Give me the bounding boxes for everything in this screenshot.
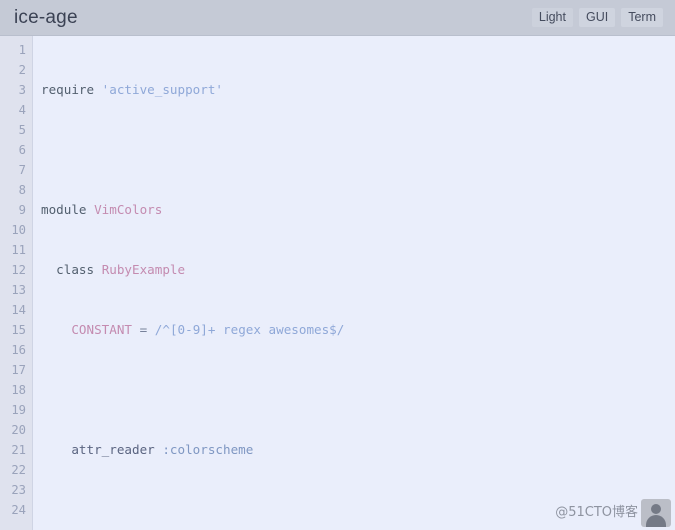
line-number: 6 bbox=[18, 143, 26, 157]
line-number: 1 bbox=[18, 43, 26, 57]
code-content[interactable]: require 'active_support' module VimColor… bbox=[33, 36, 675, 530]
watermark-text: @51CTO博客 bbox=[555, 505, 638, 520]
line-number: 15 bbox=[11, 323, 26, 337]
line-number: 19 bbox=[11, 403, 26, 417]
titlebar: ice-age Light GUI Term bbox=[0, 0, 675, 36]
line-number: 14 bbox=[11, 303, 26, 317]
line-number: 3 bbox=[18, 83, 26, 97]
light-button[interactable]: Light bbox=[531, 7, 573, 28]
code-line: class RubyExample bbox=[56, 262, 186, 277]
line-number: 5 bbox=[18, 123, 26, 137]
code-editor[interactable]: 1 2 3 4 5 6 7 8 9 10 11 12 13 14 15 16 1… bbox=[0, 36, 675, 530]
term-button[interactable]: Term bbox=[621, 7, 663, 28]
line-number: 20 bbox=[11, 423, 26, 437]
code-line: require 'active_support' bbox=[41, 82, 223, 97]
line-number: 13 bbox=[11, 283, 26, 297]
colorscheme-preview-window: ice-age Light GUI Term 1 2 3 4 5 6 7 8 9… bbox=[0, 0, 675, 530]
code-line: CONSTANT = /^[0-9]+ regex awesomes$/ bbox=[71, 322, 345, 337]
line-number: 24 bbox=[11, 503, 26, 517]
theme-toggle-group: Light GUI Term bbox=[531, 7, 663, 28]
gui-button[interactable]: GUI bbox=[578, 7, 616, 28]
line-number: 2 bbox=[18, 63, 26, 77]
line-number: 22 bbox=[11, 463, 26, 477]
line-number: 16 bbox=[11, 343, 26, 357]
line-number-gutter: 1 2 3 4 5 6 7 8 9 10 11 12 13 14 15 16 1… bbox=[0, 36, 33, 530]
line-number: 18 bbox=[11, 383, 26, 397]
avatar-icon bbox=[641, 499, 671, 527]
line-number: 23 bbox=[11, 483, 26, 497]
line-number: 7 bbox=[18, 163, 26, 177]
line-number: 10 bbox=[11, 223, 26, 237]
line-number: 11 bbox=[11, 243, 26, 257]
watermark: @51CTO博客 bbox=[555, 499, 671, 527]
line-number: 12 bbox=[11, 263, 26, 277]
line-number: 8 bbox=[18, 183, 26, 197]
line-number: 17 bbox=[11, 363, 26, 377]
code-line: module VimColors bbox=[41, 202, 163, 217]
line-number: 4 bbox=[18, 103, 26, 117]
line-number: 9 bbox=[18, 203, 26, 217]
page-title: ice-age bbox=[14, 7, 78, 28]
line-number: 21 bbox=[11, 443, 26, 457]
code-line: attr_reader :colorscheme bbox=[41, 442, 254, 457]
